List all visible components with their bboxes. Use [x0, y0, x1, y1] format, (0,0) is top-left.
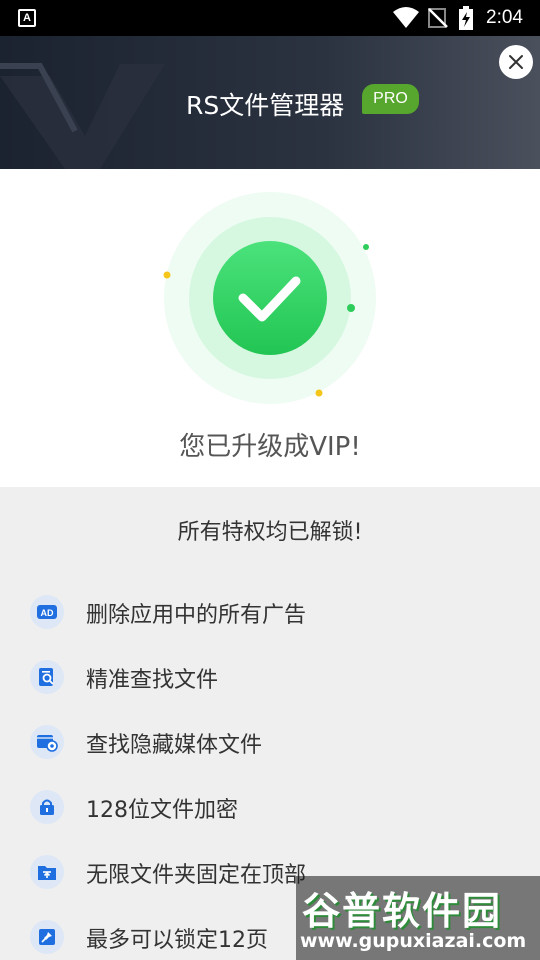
privilege-label: 最多可以锁定12页 — [86, 928, 268, 953]
close-icon — [509, 55, 523, 69]
no-signal-icon — [428, 8, 448, 28]
sparkle-dot — [363, 244, 369, 250]
banner-decoration — [0, 63, 165, 169]
vip-success-panel: 您已升级成VIP! — [0, 169, 540, 487]
hidden-media-icon — [30, 725, 64, 759]
privilege-label: 精准查找文件 — [86, 668, 219, 693]
watermark-brand: 谷普软件园 — [302, 889, 503, 933]
sparkle-dot — [163, 271, 171, 279]
privileges-heading: 所有特权均已解锁! — [177, 520, 363, 545]
success-badge — [163, 192, 376, 404]
clock: 2:04 — [486, 7, 523, 28]
sparkle-dot — [347, 304, 355, 312]
privilege-item-precise-search: 精准查找文件 — [0, 652, 540, 702]
privilege-label: 查找隐藏媒体文件 — [86, 733, 263, 758]
battery-charging-icon — [459, 6, 473, 30]
status-bar: A 2:04 — [0, 0, 540, 36]
wifi-icon — [393, 7, 419, 28]
pro-badge: PRO — [362, 84, 419, 114]
file-search-icon — [30, 660, 64, 694]
app-title: RS文件管理器 — [186, 91, 345, 120]
privilege-label: 无限文件夹固定在顶部 — [86, 863, 307, 888]
vip-upgrade-message: 您已升级成VIP! — [179, 432, 361, 462]
privilege-label: 128位文件加密 — [86, 798, 238, 823]
ad-icon: AD — [30, 595, 64, 629]
privilege-item-remove-ads: AD 删除应用中的所有广告 — [0, 587, 540, 637]
watermark: 谷普软件园 www.gupuxiazai.com — [296, 876, 540, 960]
watermark-url: www.gupuxiazai.com — [300, 930, 527, 952]
close-button[interactable] — [499, 45, 533, 79]
header-banner: RS文件管理器 PRO — [0, 36, 540, 169]
check-icon — [213, 241, 327, 355]
sparkle-dot — [315, 389, 323, 397]
privilege-item-encryption: 128位文件加密 — [0, 782, 540, 832]
privilege-label: 删除应用中的所有广告 — [86, 603, 307, 628]
app-notification-icon: A — [18, 9, 36, 27]
privilege-item-hidden-media: 查找隐藏媒体文件 — [0, 717, 540, 767]
svg-text:AD: AD — [41, 608, 54, 618]
pin-icon — [30, 920, 64, 954]
pin-top-folder-icon — [30, 855, 64, 889]
lock-icon — [30, 790, 64, 824]
